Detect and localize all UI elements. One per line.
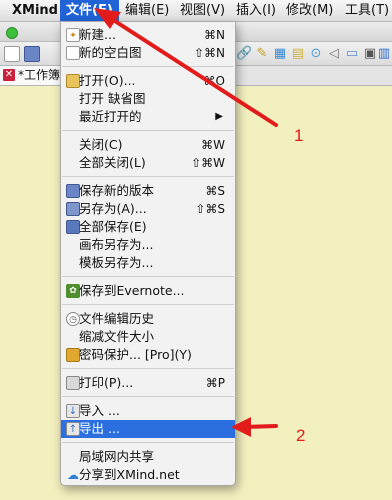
- app-screen: XMind 文件(F) 编辑(E) 视图(V) 插入(I) 修改(M) 工具(T…: [0, 0, 392, 500]
- annotation-arrow-2: [231, 417, 278, 437]
- annotation-arrow-1: [94, 8, 278, 127]
- annotation-label-2: 2: [296, 426, 306, 445]
- annotation-label-1: 1: [294, 126, 304, 145]
- annotation-overlay: [94, 8, 278, 437]
